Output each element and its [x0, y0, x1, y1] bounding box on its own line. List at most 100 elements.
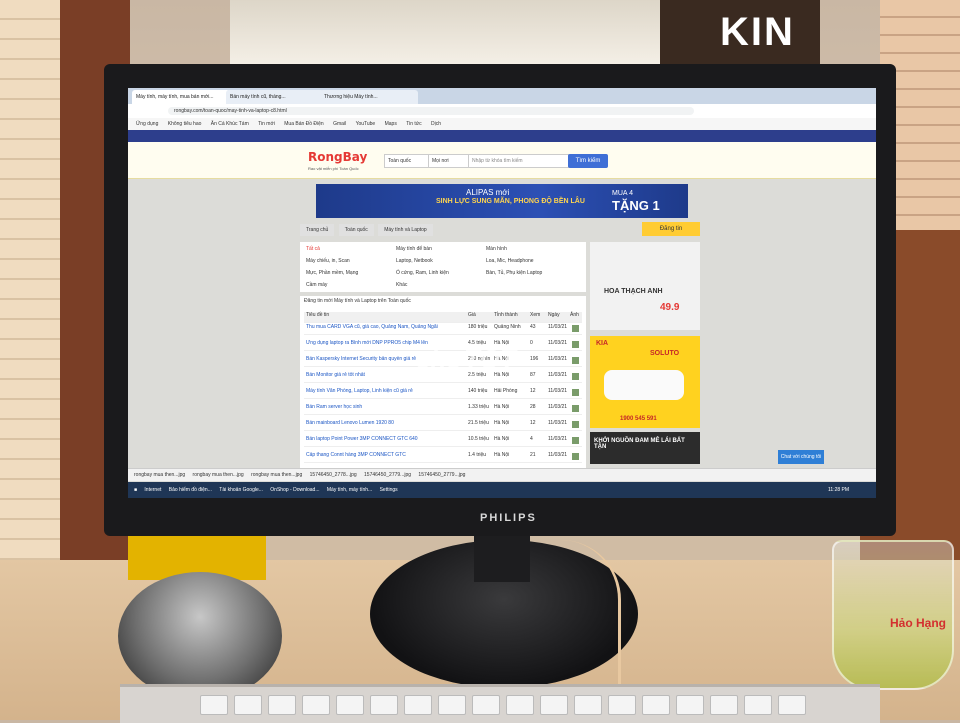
browser-tab[interactable]: Máy tính, máy tính, mua bán mới...	[132, 90, 230, 104]
listing-thumbnail[interactable]	[572, 325, 579, 332]
download-item[interactable]: rongbay mua then...jpg	[193, 469, 244, 481]
listing-title[interactable]: Máy tính Văn Phòng, Laptop, Linh kiện cũ…	[306, 388, 456, 394]
table-row[interactable]: Bán Ram server học sinh 1.33 triệu Hà Nội 2…	[304, 404, 582, 415]
listing-thumbnail[interactable]	[572, 341, 579, 348]
breadcrumb-item[interactable]: Trang chủ	[300, 224, 335, 236]
category-link[interactable]: Máy chiếu, in, Scan	[306, 258, 350, 264]
category-link[interactable]: Bàn, Tủ, Phụ kiện Laptop	[486, 270, 542, 276]
listing-thumbnail[interactable]	[572, 453, 579, 460]
category-link[interactable]: Tất cả	[306, 246, 320, 252]
bookmark[interactable]: Maps	[385, 118, 397, 130]
listing-heading: Đăng tin mới Máy tính và Laptop trên Toà…	[304, 298, 411, 304]
chat-button[interactable]: Chat với chúng tôi	[778, 450, 824, 464]
bookmark[interactable]: Ăn Cá Khúc Tám	[211, 118, 249, 130]
banner-ad[interactable]: ALIPAS mới SINH LỰC SUNG MÃN, PHONG ĐỘ B…	[316, 184, 688, 218]
column-header: Xem	[530, 312, 541, 318]
taskbar-item[interactable]: Bảo hiểm đồ điện...	[169, 482, 212, 498]
taskbar-item[interactable]: Settings	[380, 482, 398, 498]
search-button[interactable]: Tìm kiếm	[568, 154, 608, 168]
listing-thumbnail[interactable]	[572, 357, 579, 364]
listing-city: Hà Nội	[494, 420, 510, 426]
browser-tab[interactable]: Thương hiệu Máy tính...	[320, 90, 418, 104]
browser-tab[interactable]: Bán máy tính cũ, tháng...	[226, 90, 324, 104]
listing-title[interactable]: Bán mainboard Lenovo Lumen 1920 80	[306, 420, 456, 426]
listing-thumbnail[interactable]	[572, 373, 579, 380]
url-input[interactable]: rongbay.com/toan-quoc/may-tinh-va-laptop…	[168, 107, 694, 115]
listing-views: 12	[530, 420, 536, 426]
listing-views: 21	[530, 452, 536, 458]
start-icon[interactable]: ■	[134, 482, 137, 498]
search-input[interactable]: Nhập từ khóa tìm kiếm	[468, 154, 569, 168]
download-item[interactable]: 15746450_2778...jpg	[310, 469, 357, 481]
breadcrumb-item[interactable]: Máy tính và Laptop	[378, 224, 433, 236]
category-link[interactable]: Laptop, Netbook	[396, 258, 433, 264]
taskbar-item[interactable]: Tài khoản Google...	[219, 482, 263, 498]
table-row[interactable]: Bán mainboard Lenovo Lumen 1920 80 21.5 t…	[304, 420, 582, 431]
taskbar-item[interactable]: OnShop - Download...	[270, 482, 319, 498]
listing-price: 10.5 triệu	[468, 436, 489, 442]
category-link[interactable]: Màn hình	[486, 246, 507, 252]
ad-kia-soluto[interactable]: KIA SOLUTO 1900 545 591	[590, 336, 700, 428]
search-category-select[interactable]: Mọi nơi	[428, 154, 473, 168]
breadcrumb: Trang chủ Toàn quốc Máy tính và Laptop	[300, 224, 436, 236]
banner-brand: ALIPAS mới	[466, 188, 510, 197]
keyboard-key	[472, 695, 500, 715]
listing-views: 12	[530, 388, 536, 394]
ad-model: SOLUTO	[650, 350, 680, 357]
glass-logo: Hảo Hạng	[890, 616, 947, 630]
ad-hoa-thach-anh[interactable]: HOA THẠCH ANH 49.9	[590, 242, 700, 330]
ad-kia-dark[interactable]: KHỞI NGUỒN ĐAM MÊ LÁI BẤT TẬN	[590, 432, 700, 464]
listing-date: 11/03/21	[548, 436, 568, 442]
listing-thumbnail[interactable]	[572, 421, 579, 428]
listing-price: 1.33 triệu	[468, 404, 489, 410]
keyboard-key	[710, 695, 738, 715]
location-select[interactable]: Toàn quốc	[384, 154, 429, 168]
shop-sign-text: KIN	[720, 10, 795, 54]
bookmark[interactable]: Tin tức	[406, 118, 421, 130]
category-link[interactable]: Cầm máy	[306, 282, 327, 288]
category-box: Tất cả Máy tính để bàn Màn hình Máy chiế…	[300, 242, 586, 292]
listing-title[interactable]: Cấp thang Connt hàng 3MP CONNECT GTC	[306, 452, 456, 458]
table-row[interactable]: Máy tính Văn Phòng, Laptop, Linh kiện cũ…	[304, 388, 582, 399]
listing-city: Hà Nội	[494, 404, 510, 410]
bookmark[interactable]: Tin mới	[258, 118, 275, 130]
taskbar-item[interactable]: Máy tính, máy tính...	[327, 482, 372, 498]
listing-thumbnail[interactable]	[572, 389, 579, 396]
listing-title[interactable]: Bán Ram server học sinh	[306, 404, 456, 410]
table-row[interactable]: Bán laptop Point Power 3MP CONNECT GTC 6…	[304, 436, 582, 447]
listing-date: 11/03/21	[548, 452, 568, 458]
breadcrumb-item[interactable]: Toàn quốc	[338, 224, 374, 236]
bookmark[interactable]: Mua Bán Đồ Điện	[284, 118, 323, 130]
download-item[interactable]: 15746450_2779...jpg	[418, 469, 465, 481]
keyboard-key	[676, 695, 704, 715]
listing-date: 11/03/21	[548, 404, 568, 410]
site-logo[interactable]: RongBay	[308, 150, 367, 164]
listing-thumbnail[interactable]	[572, 437, 579, 444]
listing-title[interactable]: Bán laptop Point Power 3MP CONNECT GTC 6…	[306, 436, 456, 442]
bookmark[interactable]: Dịch	[431, 118, 441, 130]
table-row[interactable]: Cấp thang Connt hàng 3MP CONNECT GTC 1.4 …	[304, 452, 582, 463]
category-link[interactable]: Loa, Mic, Headphone	[486, 258, 534, 264]
download-item[interactable]: rongbay mua then...jpg	[251, 469, 302, 481]
taskbar-item[interactable]: Internet	[144, 482, 161, 498]
keyboard-key	[302, 695, 330, 715]
post-ad-button[interactable]: Đăng tin	[642, 222, 700, 236]
listing-thumbnail[interactable]	[572, 405, 579, 412]
listing-views: 28	[530, 404, 536, 410]
monitor-brand: PHILIPS	[480, 512, 537, 524]
site-header: RongBay Rao vặt miễn phí Toàn Quốc Toàn …	[128, 142, 876, 179]
bookmark[interactable]: Ứng dụng	[136, 118, 158, 130]
bookmark[interactable]: Gmail	[333, 118, 346, 130]
bookmark[interactable]: YouTube	[356, 118, 376, 130]
category-link[interactable]: Máy tính để bàn	[396, 246, 432, 252]
download-item[interactable]: 15746450_2779...jpg	[364, 469, 411, 481]
category-link[interactable]: Khác	[396, 282, 407, 288]
category-link[interactable]: Mực, Phần mềm, Mạng	[306, 270, 358, 276]
chotot-watermark: chợTỐT	[416, 344, 516, 374]
listing-title[interactable]: Thu mua CARD VGA cũ, giá cao, Quảng Nam,…	[306, 324, 456, 330]
category-link[interactable]: Ổ cứng, Ram, Linh kiện	[396, 270, 449, 276]
bookmark[interactable]: Không tiêu hao	[168, 118, 202, 130]
listing-views: 4	[530, 436, 533, 442]
table-row[interactable]: Thu mua CARD VGA cũ, giá cao, Quảng Nam,…	[304, 324, 582, 335]
download-item[interactable]: rongbay mua then...jpg	[134, 469, 185, 481]
